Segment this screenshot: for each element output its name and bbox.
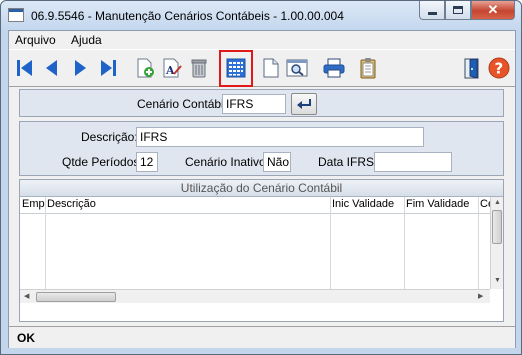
minimize-button[interactable] bbox=[419, 1, 445, 20]
utilizacao-grid: Utilização do Cenário Contábil Emp Descr… bbox=[19, 179, 504, 322]
menu-bar: Arquivo Ajuda bbox=[9, 31, 515, 48]
preview-button[interactable] bbox=[283, 54, 311, 82]
minimize-icon bbox=[427, 11, 437, 15]
status-bar: OK bbox=[9, 326, 515, 348]
previous-record-button[interactable] bbox=[38, 54, 66, 82]
window-title: 06.9.5546 - Manutenção Cenários Contábei… bbox=[31, 9, 344, 23]
scroll-right-icon[interactable]: ▶ bbox=[478, 292, 483, 300]
svg-text:A: A bbox=[165, 64, 175, 77]
details-panel: Descrição: IFRS Qtde Períodos: 12 Cenári… bbox=[19, 121, 504, 176]
vertical-scroll-thumb[interactable] bbox=[492, 210, 502, 244]
cenario-label: Cenário Contábil: bbox=[137, 97, 230, 111]
col-inic-validade[interactable]: Inic Validade bbox=[332, 198, 394, 210]
qtde-periodos-label: Qtde Períodos: bbox=[62, 155, 143, 169]
cenario-input[interactable]: IFRS bbox=[222, 94, 286, 114]
descricao-input[interactable]: IFRS bbox=[136, 127, 424, 147]
filter-panel: Cenário Contábil: IFRS bbox=[19, 89, 504, 117]
cenario-inativo-label: Cenário Inativo: bbox=[185, 155, 270, 169]
exit-door-icon bbox=[464, 58, 479, 79]
app-icon bbox=[8, 8, 24, 22]
scroll-up-icon[interactable]: ▲ bbox=[494, 199, 501, 206]
column-divider bbox=[478, 197, 479, 289]
horizontal-scrollbar[interactable]: ◀ ▶ bbox=[20, 289, 490, 303]
close-icon: ✕ bbox=[487, 2, 499, 17]
data-ifrs-label: Data IFRS: bbox=[318, 155, 378, 169]
maximize-button[interactable] bbox=[445, 1, 471, 20]
toolbar: A ? bbox=[9, 49, 515, 87]
enter-icon bbox=[297, 99, 311, 109]
close-button[interactable]: ✕ bbox=[471, 1, 515, 20]
last-icon bbox=[101, 60, 116, 76]
scroll-down-icon[interactable]: ▼ bbox=[494, 277, 501, 284]
new-record-icon bbox=[137, 58, 154, 78]
new-record-button[interactable] bbox=[131, 54, 159, 82]
client-area: Arquivo Ajuda A ? Cenário Contábil: IFRS… bbox=[8, 30, 516, 348]
document-button[interactable] bbox=[257, 54, 285, 82]
col-descricao[interactable]: Descrição bbox=[47, 198, 96, 210]
print-icon bbox=[323, 58, 345, 78]
cenario-inativo-input[interactable]: Não bbox=[263, 152, 291, 172]
first-record-button[interactable] bbox=[11, 54, 39, 82]
col-emp[interactable]: Emp bbox=[22, 198, 45, 210]
application-window: 06.9.5546 - Manutenção Cenários Contábei… bbox=[0, 0, 522, 355]
column-divider bbox=[330, 197, 331, 289]
previous-icon bbox=[46, 60, 57, 76]
preview-icon bbox=[286, 59, 308, 77]
data-ifrs-input[interactable] bbox=[374, 152, 452, 172]
maximize-icon bbox=[453, 6, 463, 14]
exit-button[interactable] bbox=[458, 54, 486, 82]
edit-record-button[interactable]: A bbox=[158, 54, 186, 82]
grid-header: Emp Descrição Inic Validade Fim Validade… bbox=[20, 197, 494, 214]
document-icon bbox=[263, 58, 279, 78]
confirm-enter-button[interactable] bbox=[291, 93, 317, 115]
delete-record-button[interactable] bbox=[185, 54, 213, 82]
vertical-scrollbar[interactable]: ▲ ▼ bbox=[490, 197, 503, 289]
help-button[interactable]: ? bbox=[485, 54, 513, 82]
status-text: OK bbox=[17, 331, 35, 345]
clipboard-icon bbox=[360, 58, 376, 79]
scroll-left-icon[interactable]: ◀ bbox=[24, 292, 29, 300]
column-divider bbox=[45, 197, 46, 289]
menu-arquivo[interactable]: Arquivo bbox=[15, 33, 56, 47]
svg-text:?: ? bbox=[495, 60, 504, 78]
last-record-button[interactable] bbox=[94, 54, 122, 82]
first-icon bbox=[17, 60, 32, 76]
title-bar[interactable]: 06.9.5546 - Manutenção Cenários Contábei… bbox=[1, 1, 521, 30]
column-divider bbox=[404, 197, 405, 289]
grid-title: Utilização do Cenário Contábil bbox=[20, 180, 503, 197]
horizontal-scroll-thumb[interactable] bbox=[36, 292, 116, 302]
edit-icon: A bbox=[163, 58, 182, 78]
menu-ajuda[interactable]: Ajuda bbox=[71, 33, 102, 47]
descricao-label: Descrição: bbox=[81, 130, 138, 144]
print-button[interactable] bbox=[320, 54, 348, 82]
delete-icon bbox=[191, 59, 207, 78]
next-record-button[interactable] bbox=[66, 54, 94, 82]
clipboard-button[interactable] bbox=[354, 54, 382, 82]
next-icon bbox=[75, 60, 86, 76]
help-icon: ? bbox=[488, 57, 510, 79]
col-fim-validade[interactable]: Fim Validade bbox=[406, 198, 469, 210]
qtde-periodos-input[interactable]: 12 bbox=[136, 152, 158, 172]
highlight-frame bbox=[219, 50, 253, 87]
